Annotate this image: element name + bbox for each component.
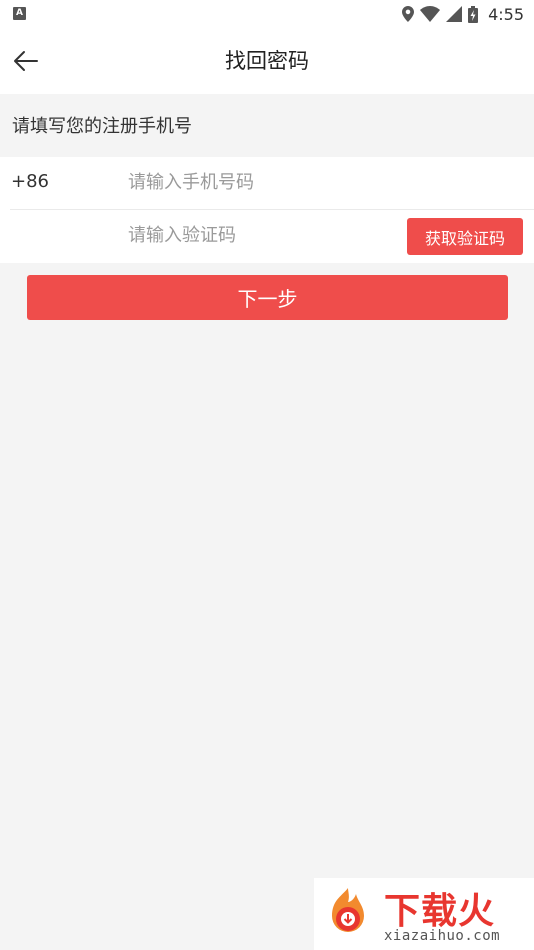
watermark-brand: 下载火 [384,891,496,932]
back-button[interactable] [6,42,46,80]
app-header: 找回密码 [0,28,534,94]
signal-icon [446,6,463,22]
code-row: 获取验证码 [0,210,534,262]
form-hint: 请填写您的注册手机号 [12,116,192,137]
country-code[interactable]: +86 [11,157,49,209]
page-title: 找回密码 [225,49,309,73]
status-time: 4:55 [488,4,524,24]
wifi-icon [420,6,441,22]
status-bar: A 4:55 [0,0,534,28]
watermark: 下载火 xiazaihuo.com [314,878,534,950]
phone-input[interactable] [128,165,508,199]
verification-code-input[interactable] [128,218,388,252]
phone-row: +86 [0,157,534,209]
flame-logo-icon [332,888,364,932]
form-card: +86 获取验证码 [0,157,534,263]
watermark-url: xiazaihuo.com [384,928,501,944]
location-icon [402,6,415,22]
status-icons: 4:55 [402,3,524,25]
get-code-button[interactable]: 获取验证码 [407,218,523,255]
notification-a-icon: A [13,7,26,20]
battery-icon [468,5,479,23]
next-step-button[interactable]: 下一步 [27,275,508,320]
arrow-left-icon [14,51,38,71]
